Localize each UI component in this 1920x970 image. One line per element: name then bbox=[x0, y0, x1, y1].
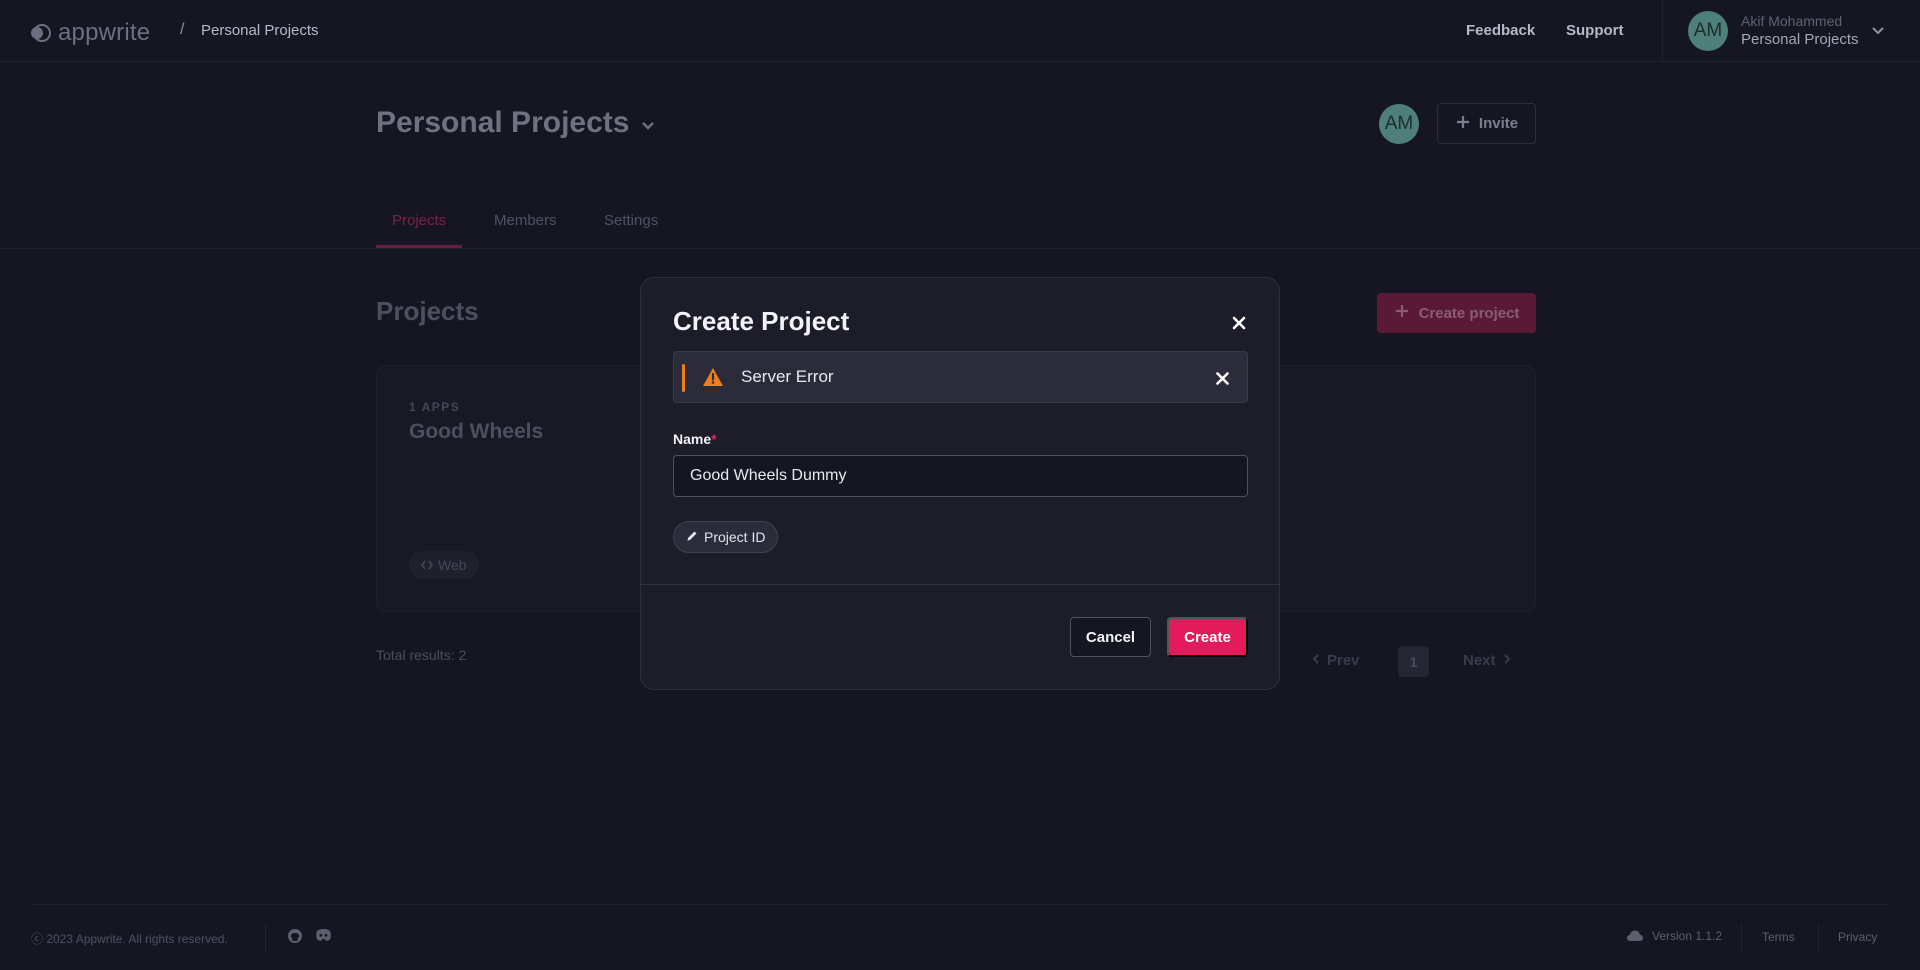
platform-label: Web bbox=[438, 557, 467, 573]
warning-triangle-icon bbox=[702, 367, 724, 392]
user-avatar[interactable]: AM bbox=[1688, 11, 1728, 51]
name-label-text: Name bbox=[673, 431, 712, 447]
required-marker: * bbox=[711, 431, 717, 447]
appwrite-logo[interactable]: appwrite bbox=[30, 19, 150, 47]
projects-heading: Projects bbox=[376, 296, 479, 326]
chevron-right-icon bbox=[1502, 652, 1512, 669]
name-field-label: Name* bbox=[673, 431, 717, 447]
footer-separator bbox=[1741, 924, 1742, 952]
create-project-modal: Create Project Server Error Name* Projec… bbox=[640, 277, 1280, 690]
page-number-current[interactable]: 1 bbox=[1398, 646, 1429, 677]
footer-divider bbox=[30, 904, 1890, 905]
code-icon bbox=[421, 557, 433, 573]
tabs-divider bbox=[0, 248, 1920, 249]
version-label: Version 1.1.2 bbox=[1652, 929, 1723, 943]
invite-label: Invite bbox=[1478, 115, 1519, 132]
support-link[interactable]: Support bbox=[1566, 22, 1624, 39]
project-id-label: Project ID bbox=[704, 529, 766, 545]
privacy-link[interactable]: Privacy bbox=[1838, 930, 1877, 944]
chevron-left-icon bbox=[1311, 652, 1321, 669]
chevron-down-icon[interactable] bbox=[1870, 22, 1886, 43]
modal-title: Create Project bbox=[673, 306, 850, 336]
close-icon[interactable] bbox=[1227, 311, 1251, 335]
project-name: Good Wheels bbox=[409, 420, 544, 443]
organization-title: Personal Projects bbox=[376, 106, 630, 139]
tab-members[interactable]: Members bbox=[494, 212, 557, 229]
project-id-button[interactable]: Project ID bbox=[673, 521, 779, 553]
breadcrumb-separator: / bbox=[180, 21, 185, 38]
prev-label: Prev bbox=[1327, 652, 1360, 669]
footer-separator bbox=[1818, 924, 1819, 952]
github-icon[interactable] bbox=[287, 928, 303, 949]
footer-copyright: ⓒ 2023 Appwrite. All rights reserved. bbox=[31, 932, 228, 946]
platform-tag: Web bbox=[409, 551, 479, 579]
user-name[interactable]: Akif Mohammed bbox=[1741, 13, 1842, 29]
logo-text: appwrite bbox=[58, 19, 151, 46]
next-label: Next bbox=[1463, 652, 1496, 669]
plus-icon bbox=[1455, 114, 1471, 134]
cloud-icon bbox=[1626, 929, 1644, 947]
create-button[interactable]: Create bbox=[1167, 617, 1248, 657]
error-alert: Server Error bbox=[673, 351, 1248, 403]
discord-icon[interactable] bbox=[315, 928, 332, 947]
appwrite-logo-icon bbox=[30, 24, 54, 42]
create-project-button[interactable]: Create project bbox=[1377, 293, 1536, 333]
create-project-label: Create project bbox=[1418, 304, 1520, 322]
cancel-button[interactable]: Cancel bbox=[1070, 617, 1151, 657]
project-name-input[interactable] bbox=[673, 455, 1248, 497]
alert-message: Server Error bbox=[741, 367, 834, 386]
header-divider bbox=[1662, 0, 1663, 62]
close-icon[interactable] bbox=[1211, 367, 1233, 389]
feedback-link[interactable]: Feedback bbox=[1466, 22, 1535, 39]
footer-separator bbox=[265, 924, 266, 952]
top-header: appwrite / Personal Projects Feedback Su… bbox=[0, 0, 1920, 62]
tab-projects[interactable]: Projects bbox=[392, 212, 446, 229]
breadcrumb-organization[interactable]: Personal Projects bbox=[201, 22, 319, 39]
invite-button[interactable]: Invite bbox=[1437, 103, 1536, 144]
user-organization[interactable]: Personal Projects bbox=[1741, 31, 1859, 48]
tab-settings[interactable]: Settings bbox=[604, 212, 658, 229]
organization-switcher[interactable]: Personal Projects bbox=[376, 106, 655, 140]
total-results: Total results: 2 bbox=[376, 647, 467, 663]
terms-link[interactable]: Terms bbox=[1762, 930, 1795, 944]
next-page-button[interactable]: Next bbox=[1463, 652, 1512, 669]
project-apps-count: 1 APPS bbox=[409, 400, 461, 414]
member-avatar[interactable]: AM bbox=[1379, 104, 1419, 144]
plus-icon bbox=[1394, 303, 1410, 323]
modal-footer-divider bbox=[641, 584, 1279, 585]
chevron-down-icon bbox=[641, 106, 655, 140]
pencil-icon bbox=[686, 529, 698, 545]
prev-page-button[interactable]: Prev bbox=[1311, 652, 1360, 669]
alert-accent-bar bbox=[682, 364, 685, 392]
